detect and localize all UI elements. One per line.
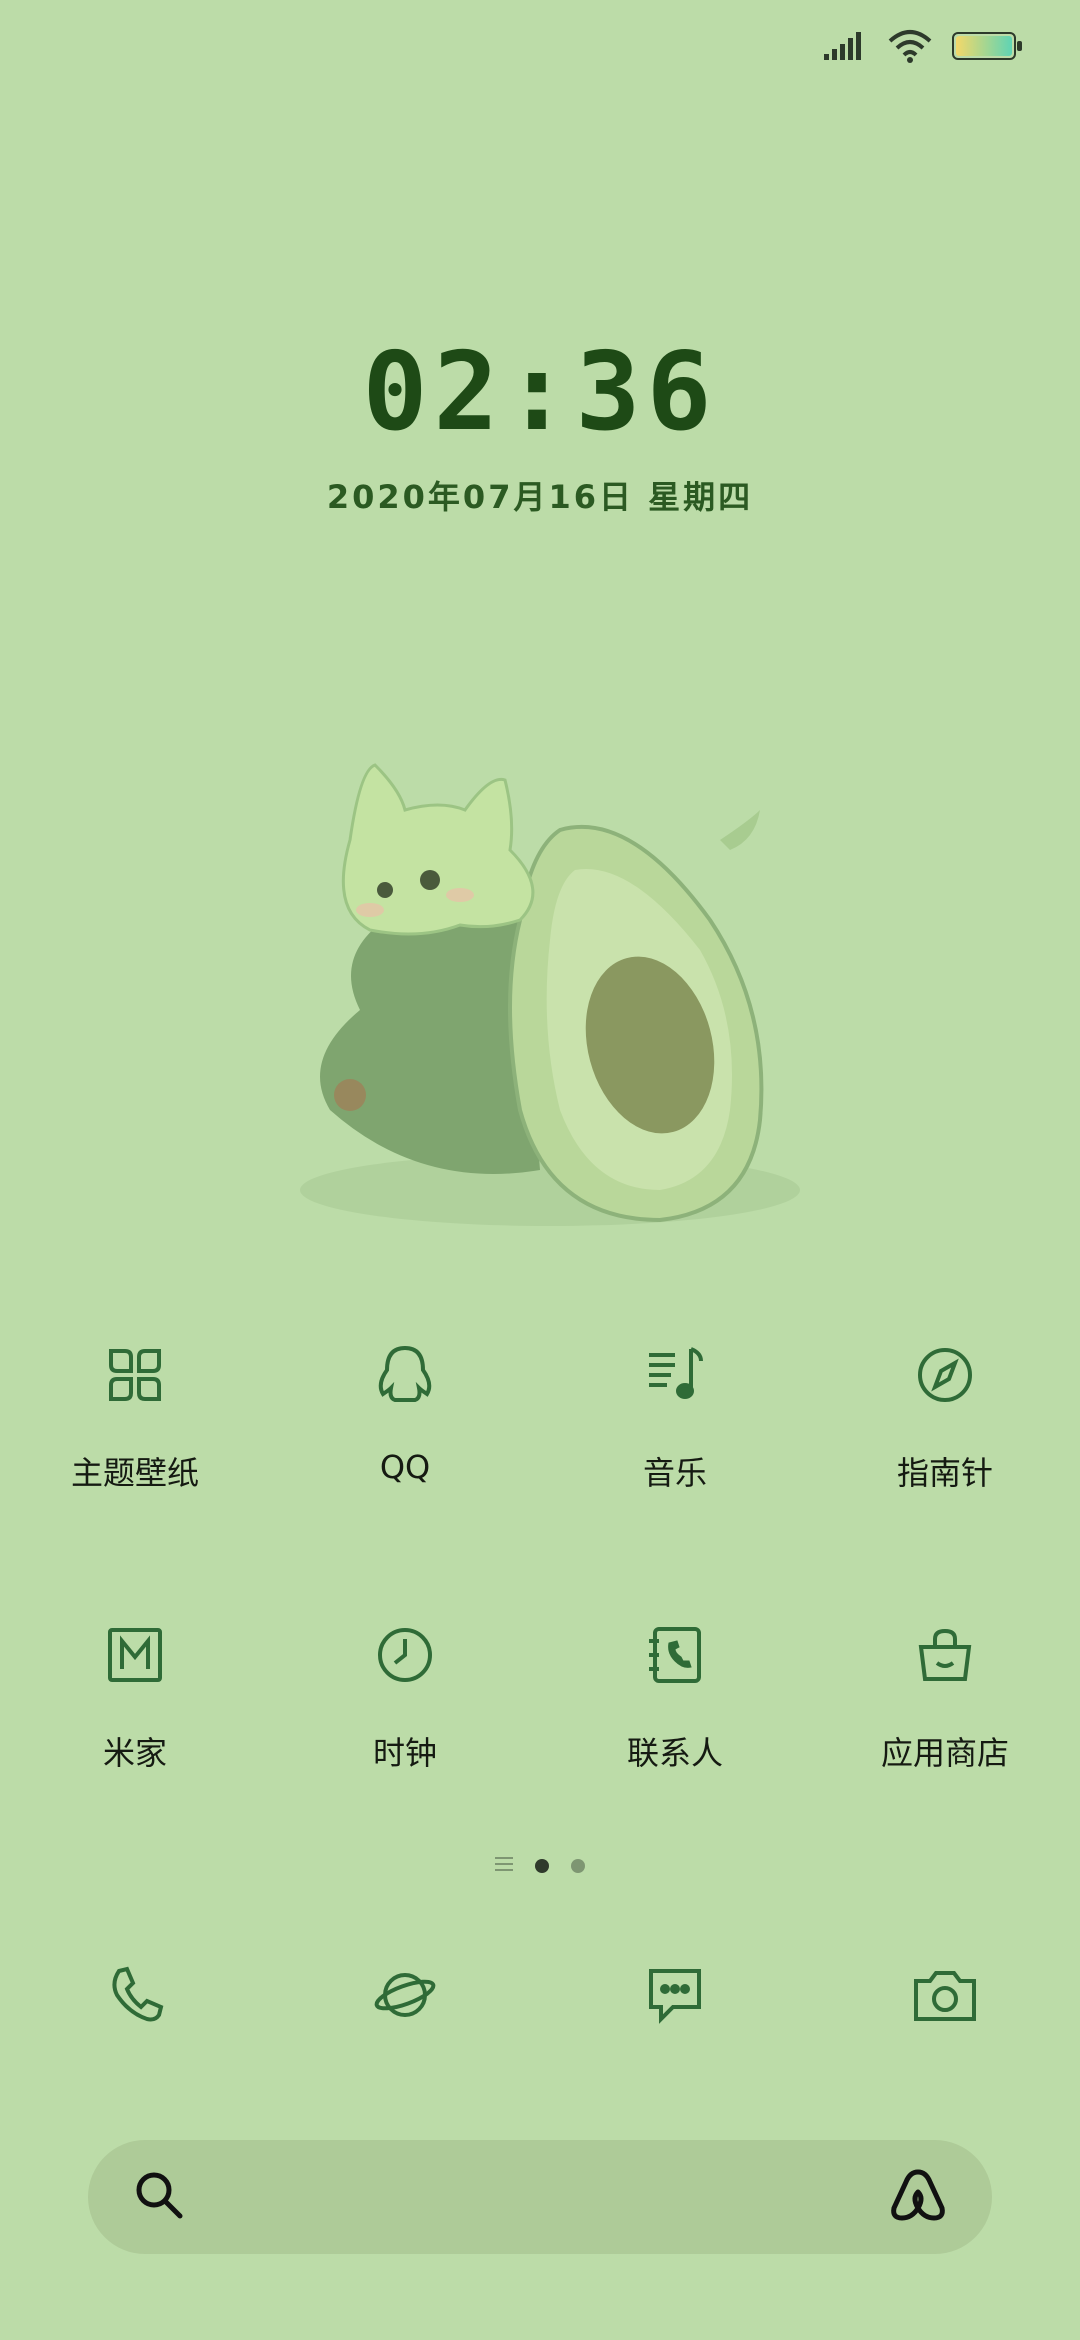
app-music[interactable]: 音乐 <box>540 1340 810 1620</box>
theme-wallpaper-icon[interactable] <box>100 1340 170 1410</box>
clock-icon[interactable] <box>370 1620 440 1690</box>
app-row: 主题壁纸 QQ 音乐 指南针 <box>0 1340 1080 1620</box>
signal-bars-icon <box>824 30 868 66</box>
phone-icon[interactable] <box>105 1965 165 2029</box>
music-icon[interactable] <box>640 1340 710 1410</box>
dock-browser[interactable] <box>270 1965 540 2029</box>
contacts-icon[interactable] <box>640 1620 710 1690</box>
status-bar <box>824 28 1024 68</box>
mijia-icon[interactable] <box>100 1620 170 1690</box>
app-qq[interactable]: QQ <box>270 1340 540 1620</box>
app-theme-wallpaper[interactable]: 主题壁纸 <box>0 1340 270 1620</box>
assistant-icon[interactable] <box>890 2168 946 2226</box>
app-label: 主题壁纸 <box>70 1454 199 1492</box>
lock-clock-time: 02:36 <box>362 330 718 455</box>
page-dot[interactable] <box>571 1859 585 1873</box>
camera-icon[interactable] <box>912 1965 978 2029</box>
page-dot-active[interactable] <box>535 1859 549 1873</box>
app-compass[interactable]: 指南针 <box>810 1340 1080 1620</box>
app-label: 指南针 <box>896 1454 993 1492</box>
wifi-icon <box>888 29 932 67</box>
wallpaper-illustration <box>290 750 810 1250</box>
search-icon[interactable] <box>134 2170 184 2224</box>
dock <box>0 1965 1080 2029</box>
battery-icon <box>952 31 1024 65</box>
menu-lines-icon[interactable] <box>495 1856 513 1876</box>
app-label: 音乐 <box>642 1454 707 1492</box>
lock-clock-date: 2020年07月16日 星期四 <box>326 478 754 516</box>
compass-icon[interactable] <box>910 1340 980 1410</box>
dock-messages[interactable] <box>540 1965 810 2029</box>
browser-planet-icon[interactable] <box>373 1965 437 2029</box>
app-label: QQ <box>379 1448 431 1486</box>
messages-icon[interactable] <box>645 1965 705 2029</box>
app-store-icon[interactable] <box>910 1620 980 1690</box>
app-grid: 主题壁纸 QQ 音乐 指南针 米家 时钟 联系人 应用商店 <box>0 1340 1080 1900</box>
app-label: 联系人 <box>626 1734 723 1772</box>
qq-penguin-icon[interactable] <box>370 1340 440 1410</box>
app-label: 米家 <box>102 1734 167 1772</box>
search-bar[interactable] <box>88 2140 992 2254</box>
dock-camera[interactable] <box>810 1965 1080 2029</box>
dock-phone[interactable] <box>0 1965 270 2029</box>
app-label: 应用商店 <box>880 1734 1009 1772</box>
app-label: 时钟 <box>372 1734 437 1772</box>
page-indicator <box>0 1856 1080 1876</box>
